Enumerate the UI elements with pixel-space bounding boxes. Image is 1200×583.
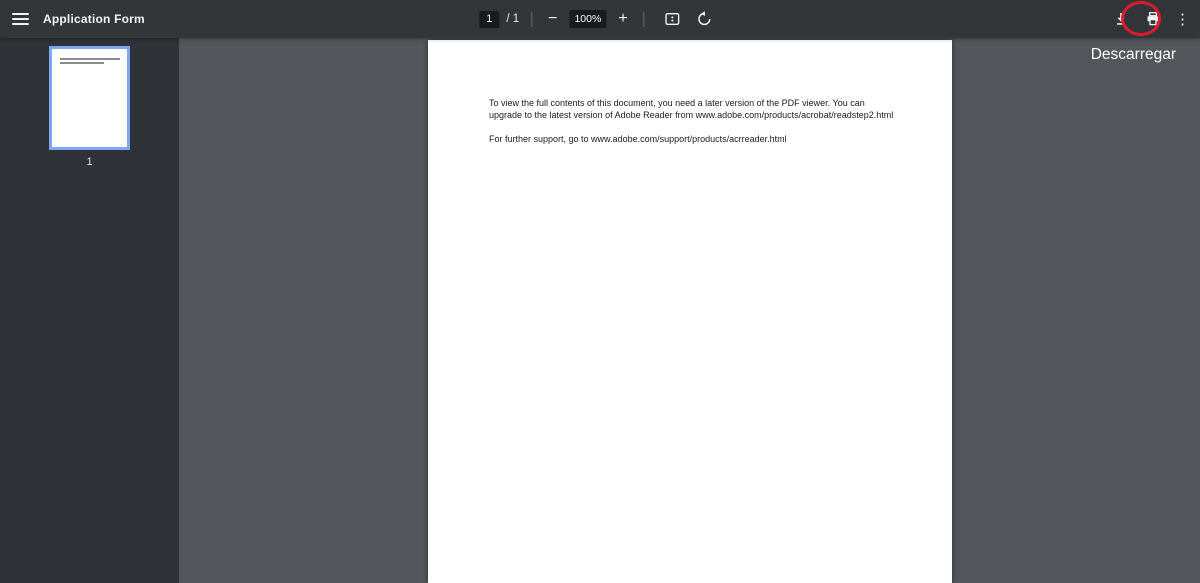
thumbnail-text-line — [60, 62, 104, 64]
download-button[interactable] — [1113, 11, 1129, 27]
zoom-in-button[interactable]: + — [614, 11, 631, 27]
toolbar-center-section: / 1 − 100% + — [479, 0, 720, 38]
pdf-page: To view the full contents of this docume… — [428, 40, 952, 583]
zoom-level-value: 100% — [569, 10, 607, 28]
rotate-counterclockwise-icon — [698, 11, 711, 26]
thumbnail-page-number: 1 — [86, 156, 93, 168]
more-options-button[interactable]: ⋮ — [1175, 12, 1190, 27]
pdf-content-area[interactable]: To view the full contents of this docume… — [179, 38, 1200, 583]
toolbar-left-section: Application Form — [0, 0, 145, 38]
fit-page-button[interactable] — [665, 11, 681, 27]
page-number-input[interactable] — [479, 10, 500, 28]
pdf-toolbar: Application Form / 1 − 100% + — [0, 0, 1200, 38]
print-button[interactable] — [1145, 11, 1161, 27]
print-icon — [1147, 12, 1159, 26]
document-title: Application Form — [43, 12, 145, 26]
toolbar-divider — [531, 11, 533, 27]
thumbnail-sidebar: 1 — [0, 38, 179, 583]
toolbar-right-section: ⋮ — [1105, 0, 1200, 38]
pdf-page-text: To view the full contents of this docume… — [489, 98, 894, 146]
menu-icon[interactable] — [12, 13, 29, 25]
toolbar-divider — [643, 11, 645, 27]
download-icon — [1117, 13, 1125, 25]
page-thumbnail-preview — [49, 46, 130, 150]
thumbnail-text-line — [60, 58, 120, 60]
page-count-label: / 1 — [506, 13, 520, 25]
page-thumbnail[interactable]: 1 — [49, 46, 130, 168]
download-tooltip: Descarregar — [1090, 46, 1176, 63]
pdf-viewer: Application Form / 1 − 100% + — [0, 0, 1200, 583]
fit-page-icon — [665, 13, 680, 26]
rotate-button[interactable] — [697, 11, 713, 27]
zoom-out-button[interactable]: − — [544, 11, 561, 27]
pdf-paragraph: To view the full contents of this docume… — [489, 98, 894, 120]
pdf-paragraph: For further support, go to www.adobe.com… — [489, 134, 787, 144]
